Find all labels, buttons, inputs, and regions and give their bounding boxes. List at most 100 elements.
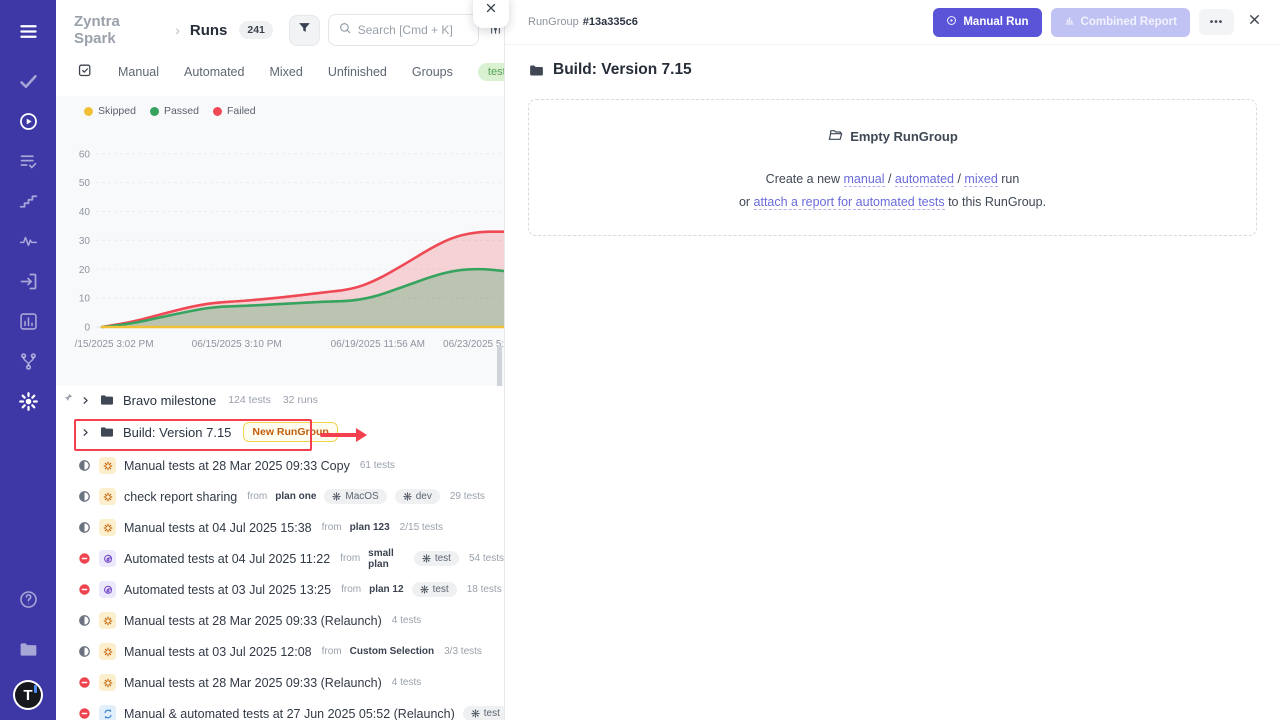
select-all-button[interactable] [76, 62, 93, 82]
app-logo[interactable]: T [13, 680, 43, 710]
run-title: Manual tests at 28 Mar 2025 09:33 Copy [124, 459, 350, 473]
new-rungroup-badge: New RunGroup [243, 422, 337, 442]
tab-unfinished[interactable]: Unfinished [328, 65, 387, 79]
run-row[interactable]: Manual tests at 28 Mar 2025 09:33 (Relau… [56, 605, 504, 636]
run-test-count: 3/3 tests [444, 646, 482, 657]
gear-icon [403, 492, 412, 501]
folder-icon [528, 62, 545, 79]
empty-rungroup-box: Empty RunGroup Create a new manual / aut… [528, 99, 1257, 236]
more-actions-button[interactable]: ••• [1199, 9, 1234, 35]
manual-run-button[interactable]: Manual Run [933, 8, 1041, 37]
chevron-right-icon[interactable] [80, 427, 91, 438]
list-check-icon[interactable] [11, 144, 45, 178]
run-from-plan: plan 123 [350, 522, 390, 533]
tab-automated[interactable]: Automated [184, 65, 244, 79]
projects-folder-icon[interactable] [11, 632, 45, 666]
tab-groups[interactable]: Groups [412, 65, 453, 79]
svg-text:06/15/2025 3:10 PM: 06/15/2025 3:10 PM [192, 339, 282, 350]
run-type-auto-icon [99, 581, 116, 598]
rungroup-detail-panel: RunGroup #13a335c6 Manual Run Combined R… [504, 0, 1280, 720]
legend-passed: Passed [150, 105, 199, 117]
filter-button[interactable] [289, 15, 320, 46]
status-inprogress-icon [78, 490, 91, 503]
legend-failed: Failed [213, 105, 256, 117]
create-automated-run-link[interactable]: automated [895, 172, 954, 187]
run-tag[interactable]: test [463, 706, 508, 720]
app-sidebar: T [0, 0, 56, 720]
help-icon[interactable] [11, 582, 45, 616]
status-stopped-icon [78, 676, 91, 689]
panel-close-button[interactable] [473, 0, 509, 28]
sign-in-icon[interactable] [11, 264, 45, 298]
chevron-right-icon[interactable] [80, 395, 91, 406]
run-row[interactable]: Manual tests at 28 Mar 2025 09:33 Copy 61… [56, 450, 504, 481]
breadcrumb-separator: › [175, 22, 180, 38]
status-stopped-icon [78, 583, 91, 596]
tab-mixed[interactable]: Mixed [269, 65, 302, 79]
svg-text:/15/2025 3:02 PM: /15/2025 3:02 PM [75, 339, 154, 350]
branch-icon[interactable] [11, 344, 45, 378]
manual-run-label: Manual Run [963, 16, 1028, 28]
svg-text:40: 40 [79, 207, 91, 218]
run-type-manual-icon [99, 488, 116, 505]
run-row[interactable]: Automated tests at 04 Jul 2025 11:22 from… [56, 543, 504, 574]
create-mixed-run-link[interactable]: mixed [964, 172, 997, 187]
run-tag[interactable]: dev [395, 489, 440, 504]
pulse-icon[interactable] [11, 224, 45, 258]
run-from-label: from [340, 553, 360, 564]
run-row[interactable]: Manual & automated tests at 27 Jun 2025 … [56, 698, 504, 720]
run-from-label: from [322, 646, 342, 657]
check-icon[interactable] [11, 64, 45, 98]
run-row[interactable]: check report sharingfromplan oneMacOSdev… [56, 481, 504, 512]
runs-trend-chart: SkippedPassedFailed 0102030405060/15/202… [56, 96, 504, 386]
area-chart-svg: 0102030405060/15/2025 3:02 PM06/15/2025 … [56, 121, 504, 359]
rungroup-title: Build: Version 7.15 [553, 61, 692, 79]
tab-manual[interactable]: Manual [118, 65, 159, 79]
sidebar-nav [11, 14, 45, 424]
run-row[interactable]: Automated tests at 03 Jul 2025 13:25from… [56, 574, 504, 605]
run-type-manual-icon [99, 457, 116, 474]
run-tag[interactable]: test [412, 582, 457, 597]
run-type-manual-icon [99, 643, 116, 660]
search-box[interactable] [328, 14, 479, 46]
status-inprogress-icon [78, 459, 91, 472]
gear-icon[interactable] [11, 384, 45, 418]
breadcrumb-project[interactable]: Zyntra Spark [74, 13, 165, 47]
run-test-count: 2/15 tests [400, 522, 443, 533]
run-type-manual-icon [99, 674, 116, 691]
run-title: Automated tests at 04 Jul 2025 11:22 [124, 552, 330, 566]
rungroup-name: Build: Version 7.15 [123, 425, 231, 440]
run-from-label: from [322, 522, 342, 533]
run-tag[interactable]: MacOS [324, 489, 386, 504]
chart-legend: SkippedPassedFailed [56, 96, 504, 117]
play-circle-icon[interactable] [11, 104, 45, 138]
create-manual-run-link[interactable]: manual [844, 172, 885, 187]
app-logo-letter: T [23, 687, 32, 704]
svg-text:50: 50 [79, 178, 91, 189]
rungroup-title-row: Build: Version 7.15 [505, 45, 1280, 79]
play-icon [946, 15, 957, 29]
stairs-icon[interactable] [11, 184, 45, 218]
bar-chart-icon[interactable] [11, 304, 45, 338]
rungroup-row[interactable]: Build: Version 7.15 New RunGroup [56, 414, 504, 450]
detail-close-button[interactable] [1247, 12, 1262, 32]
run-test-count: 61 tests [360, 460, 395, 471]
run-test-count: 4 tests [392, 677, 421, 688]
search-input[interactable] [358, 23, 469, 37]
combined-report-button[interactable]: Combined Report [1051, 8, 1190, 37]
menu-icon[interactable] [11, 14, 45, 48]
run-row[interactable]: Manual tests at 03 Jul 2025 12:08fromCus… [56, 636, 504, 667]
run-test-count: 4 tests [392, 615, 421, 626]
search-icon [338, 21, 352, 40]
empty-headline-text: Empty RunGroup [850, 129, 958, 144]
create-run-line: Create a new manual / automated / mixed … [766, 172, 1020, 186]
runs-header: Zyntra Spark › Runs 241 [56, 0, 504, 56]
run-row[interactable]: Manual tests at 04 Jul 2025 15:38frompla… [56, 512, 504, 543]
run-tag[interactable]: test [414, 551, 459, 566]
attach-report-link[interactable]: attach a report for automated tests [754, 195, 945, 210]
run-from-plan: Custom Selection [350, 646, 434, 657]
runs-count-badge: 241 [239, 21, 273, 39]
rungroup-row[interactable]: Bravo milestone124 tests32 runs [56, 386, 504, 414]
chart-plot: 0102030405060/15/2025 3:02 PM06/15/2025 … [56, 121, 504, 364]
run-row[interactable]: Manual tests at 28 Mar 2025 09:33 (Relau… [56, 667, 504, 698]
